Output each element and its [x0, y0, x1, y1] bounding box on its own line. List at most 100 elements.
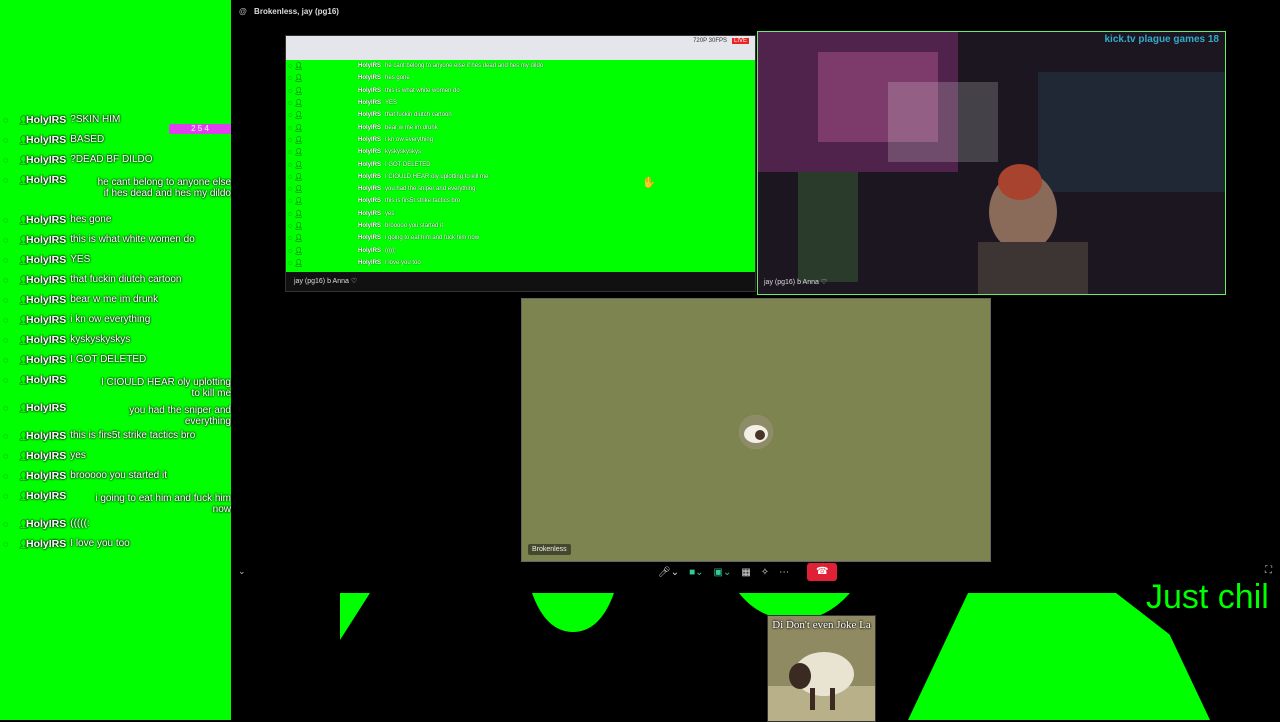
- user-icon[interactable]: 👤︎: [18, 451, 32, 461]
- chat-username[interactable]: HolyIRS: [26, 354, 66, 366]
- chat-message[interactable]: ◌ 👤︎ HolyIRS ?DEAD BF DILDO: [0, 150, 231, 170]
- call-title-bar: @ Brokenless, jay (pg16): [231, 0, 1280, 24]
- reply-icon[interactable]: ◌: [3, 255, 17, 265]
- chat-message[interactable]: ◌ 👤︎ HolyIRS you had the sniper and everyth…: [0, 398, 231, 427]
- chat-message[interactable]: ◌ 👤︎ HolyIRS ?SKIN HIM: [0, 110, 231, 130]
- reply-icon[interactable]: ◌: [3, 215, 17, 225]
- user-icon[interactable]: 👤︎: [18, 471, 32, 481]
- chat-username[interactable]: HolyIRS: [26, 334, 66, 346]
- participant-tile-brokenless[interactable]: Brokenless: [521, 298, 991, 562]
- user-icon[interactable]: 👤︎: [18, 403, 32, 413]
- effects-icon[interactable]: ✧: [761, 567, 769, 578]
- chat-username[interactable]: HolyIRS: [26, 234, 66, 246]
- chat-username[interactable]: HolyIRS: [26, 214, 66, 226]
- chat-username[interactable]: HolyIRS: [26, 538, 66, 550]
- chat-username[interactable]: HolyIRS: [26, 174, 66, 186]
- chat-username[interactable]: HolyIRS: [26, 134, 66, 146]
- reply-icon[interactable]: ◌: [3, 295, 17, 305]
- chat-username[interactable]: HolyIRS: [26, 374, 66, 386]
- chat-username[interactable]: HolyIRS: [26, 314, 66, 326]
- reply-icon[interactable]: ◌: [3, 355, 17, 365]
- reply-icon[interactable]: ◌: [3, 375, 17, 385]
- user-icon[interactable]: 👤︎: [18, 355, 32, 365]
- chat-username: HolyIRS: [358, 247, 382, 254]
- user-icon[interactable]: 👤︎: [18, 175, 32, 185]
- reply-icon[interactable]: ◌: [3, 235, 17, 245]
- user-icon[interactable]: 👤︎: [18, 275, 32, 285]
- chat-text: BASED: [70, 134, 105, 145]
- message-icons: ◌ 👤︎: [288, 149, 303, 157]
- end-call-button[interactable]: ☎: [807, 563, 838, 581]
- reply-icon[interactable]: ◌: [3, 115, 17, 125]
- user-icon[interactable]: 👤︎: [18, 215, 32, 225]
- webcam-tile[interactable]: kick.tv plague games 18 jay (pg16) b Ann…: [757, 31, 1226, 295]
- chat-username[interactable]: HolyIRS: [26, 470, 66, 482]
- reply-icon[interactable]: ◌: [3, 155, 17, 165]
- chat-message[interactable]: ◌ 👤︎ HolyIRS BASED: [0, 130, 231, 150]
- chat-text: I GOT DELETED: [70, 354, 147, 365]
- user-icon[interactable]: 👤︎: [18, 375, 32, 385]
- more-icon[interactable]: ⋯: [779, 567, 789, 578]
- reply-icon[interactable]: ◌: [3, 471, 17, 481]
- reply-icon[interactable]: ◌: [3, 135, 17, 145]
- chat-message[interactable]: ◌ 👤︎ HolyIRS bear w me im drunk: [0, 290, 231, 310]
- user-icon[interactable]: 👤︎: [18, 235, 32, 245]
- chat-message[interactable]: ◌ 👤︎ HolyIRS I CIOULD HEAR oly uplotting to…: [0, 370, 231, 399]
- chat-username[interactable]: HolyIRS: [26, 114, 66, 126]
- user-icon[interactable]: 👤︎: [18, 519, 32, 529]
- chat-message[interactable]: ◌ 👤︎ HolyIRS this is what white women do: [0, 230, 231, 250]
- chat-username[interactable]: HolyIRS: [26, 254, 66, 266]
- reply-icon[interactable]: ◌: [3, 175, 17, 185]
- shared-screen-footer: jay (pg16) b Anna ♡: [286, 273, 755, 291]
- reply-icon[interactable]: ◌: [3, 335, 17, 345]
- chevron-down-icon[interactable]: ⌄: [238, 566, 246, 577]
- user-icon[interactable]: 👤︎: [18, 135, 32, 145]
- reply-icon[interactable]: ◌: [3, 451, 17, 461]
- chat-message[interactable]: ◌ 👤︎ HolyIRS I love you too: [0, 534, 231, 554]
- chat-username[interactable]: HolyIRS: [26, 450, 66, 462]
- chat-username[interactable]: HolyIRS: [26, 490, 66, 502]
- microphone-icon[interactable]: 🎤︎⌄: [658, 567, 679, 578]
- user-icon[interactable]: 👤︎: [18, 115, 32, 125]
- user-icon[interactable]: 👤︎: [18, 491, 32, 501]
- chat-username[interactable]: HolyIRS: [26, 294, 66, 306]
- user-icon[interactable]: 👤︎: [18, 539, 32, 549]
- chat-message[interactable]: ◌ 👤︎ HolyIRS he cant belong to anyone else …: [0, 170, 231, 210]
- user-icon[interactable]: 👤︎: [18, 315, 32, 325]
- reply-icon[interactable]: ◌: [3, 519, 17, 529]
- reply-icon[interactable]: ◌: [3, 539, 17, 549]
- chat-message[interactable]: ◌ 👤︎ HolyIRS yes: [0, 446, 231, 466]
- user-icon[interactable]: 👤︎: [18, 255, 32, 265]
- chat-message[interactable]: ◌ 👤︎ HolyIRS i kn ow everything: [0, 310, 231, 330]
- chat-username[interactable]: HolyIRS: [26, 274, 66, 286]
- user-icon[interactable]: 👤︎: [18, 155, 32, 165]
- reply-icon[interactable]: ◌: [3, 403, 17, 413]
- chat-username[interactable]: HolyIRS: [26, 154, 66, 166]
- grid-icon[interactable]: ▦: [741, 567, 750, 578]
- reply-icon[interactable]: ◌: [3, 275, 17, 285]
- chat-username[interactable]: HolyIRS: [26, 430, 66, 442]
- chat-message[interactable]: ◌ 👤︎ HolyIRS that fuckin diutch cartoon: [0, 270, 231, 290]
- green-overlay-left: [0, 593, 340, 720]
- chat-message[interactable]: ◌ 👤︎ HolyIRS kyskyskyskys: [0, 330, 231, 350]
- chat-username[interactable]: HolyIRS: [26, 518, 66, 530]
- fullscreen-icon[interactable]: ⛶: [1265, 565, 1272, 576]
- chat-message[interactable]: ◌ 👤︎ HolyIRS i going to eat him and fuck hi…: [0, 486, 231, 515]
- camera-icon[interactable]: ■⌄: [689, 567, 703, 578]
- user-icon[interactable]: 👤︎: [18, 431, 32, 441]
- chat-message[interactable]: ◌ 👤︎ HolyIRS I GOT DELETED: [0, 350, 231, 370]
- reply-icon[interactable]: ◌: [3, 315, 17, 325]
- reply-icon[interactable]: ◌: [3, 491, 17, 501]
- screen-share-icon[interactable]: ▣⌄: [714, 567, 732, 578]
- chat-username[interactable]: HolyIRS: [26, 402, 66, 414]
- chat-message[interactable]: ◌ 👤︎ HolyIRS brooooo you started it: [0, 466, 231, 486]
- user-icon[interactable]: 👤︎: [18, 335, 32, 345]
- reply-icon[interactable]: ◌: [3, 431, 17, 441]
- chat-message[interactable]: ◌ 👤︎ HolyIRS hes gone: [0, 210, 231, 230]
- chat-text: he cant belong to anyone else if hes dea…: [97, 177, 231, 199]
- chat-message[interactable]: ◌ 👤︎ HolyIRS YES: [0, 250, 231, 270]
- shared-screen-tile[interactable]: 720P 30FPS LIVE ◌ 👤︎ HolyIRS he cant belon…: [285, 35, 756, 292]
- chat-message[interactable]: ◌ 👤︎ HolyIRS this is firs5t strike tactics …: [0, 426, 231, 446]
- chat-message[interactable]: ◌ 👤︎ HolyIRS (((((:: [0, 514, 231, 534]
- user-icon[interactable]: 👤︎: [18, 295, 32, 305]
